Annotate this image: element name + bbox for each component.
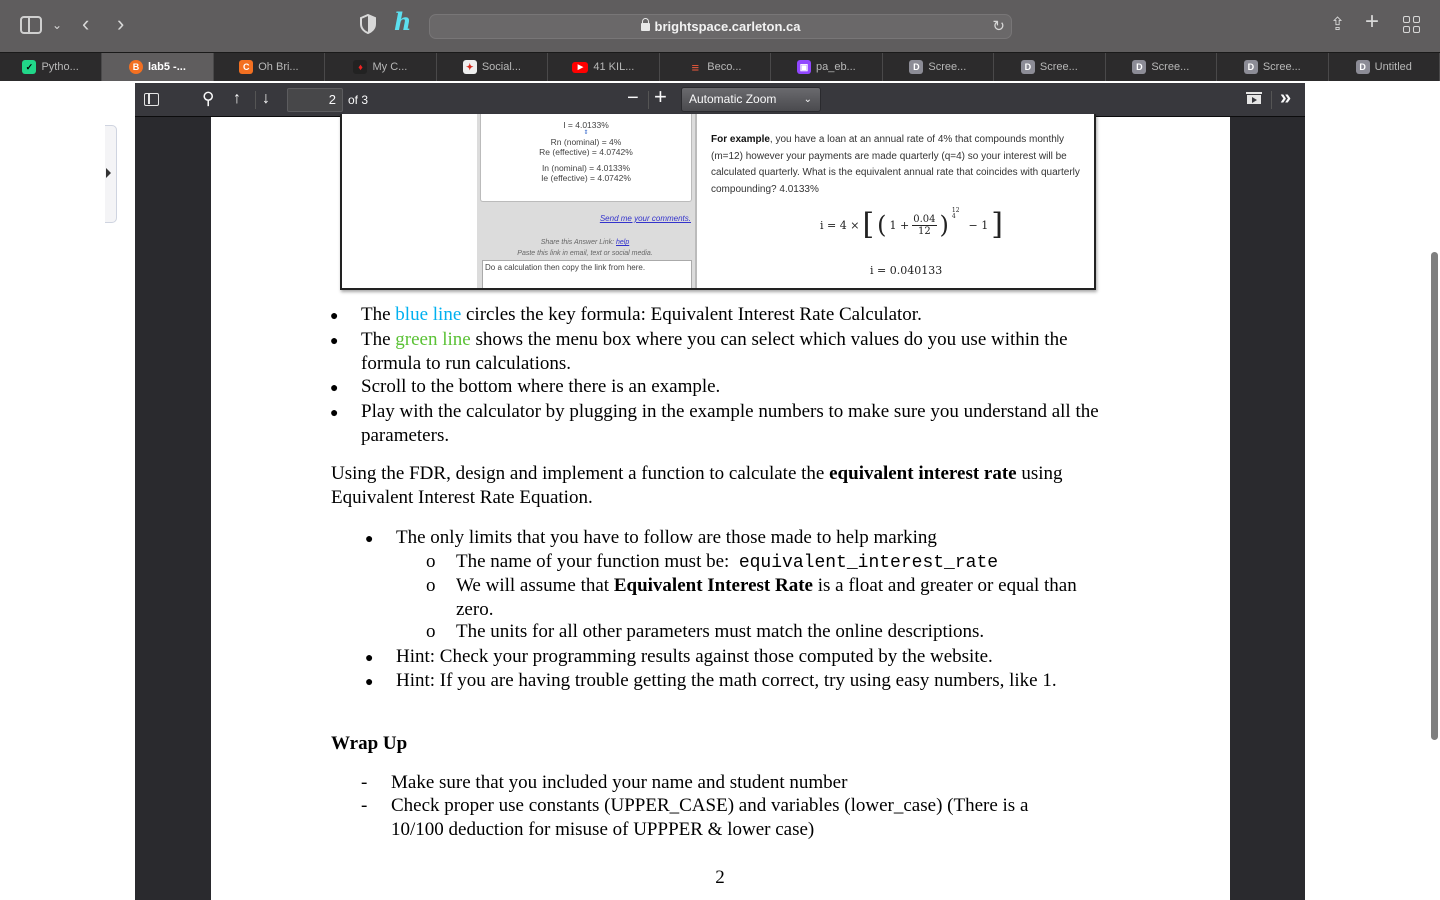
dash-bullet: - <box>361 772 368 793</box>
text: We will assume that <box>456 575 614 596</box>
sub-bullet: o <box>426 551 436 572</box>
sub-bullet: o <box>426 575 436 596</box>
bullet: ● <box>330 381 339 396</box>
sub-list-item: The units for all other parameters must … <box>456 621 985 642</box>
wrap-up-item: Check proper use constants (UPPER_CASE) … <box>391 795 1029 840</box>
page-number: 2 <box>715 867 725 888</box>
document-body: ● The blue line circles the key formula:… <box>0 0 1440 900</box>
dash-bullet: - <box>361 795 368 816</box>
bold-text: Equivalent Interest Rate <box>613 575 813 596</box>
bold-text: equivalent interest rate <box>829 463 1017 484</box>
text: The <box>361 329 396 350</box>
bullet: ● <box>365 532 374 547</box>
green-line-text: green line <box>395 329 471 350</box>
blue-line-text: blue line <box>395 304 462 325</box>
list-item: The blue line circles the key formula: E… <box>361 303 1121 327</box>
list-item: Scroll to the bottom where there is an e… <box>361 376 721 397</box>
function-name-code: equivalent_interest_rate <box>738 553 999 573</box>
text: The <box>361 304 396 325</box>
instruction-paragraph: Using the FDR, design and implement a fu… <box>331 462 1121 509</box>
list-item: Hint: Check your programming results aga… <box>396 646 993 667</box>
wrap-up-item: Make sure that you included your name an… <box>391 772 848 793</box>
list-item: The green line shows the menu box where … <box>361 328 1121 375</box>
list-item: Play with the calculator by plugging in … <box>361 401 1099 446</box>
bullet: ● <box>330 406 339 421</box>
bullet: ● <box>365 675 374 690</box>
text: circles the key formula: Equivalent Inte… <box>461 304 922 325</box>
bullet: ● <box>330 309 339 324</box>
list-item: The only limits that you have to follow … <box>396 527 937 548</box>
bullet: ● <box>330 334 339 349</box>
text: Using the FDR, design and implement a fu… <box>331 463 830 484</box>
bullet: ● <box>365 651 374 666</box>
sub-list-item: The name of your function must be: equiv… <box>456 550 1116 576</box>
list-item: Hint: If you are having trouble getting … <box>396 670 1057 691</box>
sub-bullet: o <box>426 621 436 642</box>
wrap-up-heading: Wrap Up <box>331 733 408 754</box>
sub-list-item: We will assume that Equivalent Interest … <box>456 574 1081 621</box>
text: The name of your function must be: <box>456 551 739 572</box>
